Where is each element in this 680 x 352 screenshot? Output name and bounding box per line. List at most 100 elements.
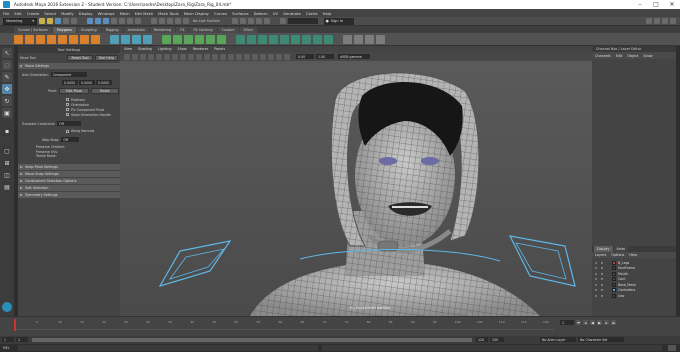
poly-torus-icon[interactable] bbox=[58, 34, 67, 44]
append-icon[interactable] bbox=[217, 34, 226, 44]
snap-plane-icon[interactable] bbox=[175, 18, 181, 24]
play-backward-icon[interactable]: ◀ bbox=[590, 320, 595, 325]
sign-in-dropdown[interactable]: ● Sign In bbox=[323, 17, 354, 25]
layer-playback-toggle[interactable]: P bbox=[600, 277, 604, 281]
section-soft-selection[interactable]: Soft Selection bbox=[18, 185, 120, 191]
maximize-icon[interactable]: □ bbox=[648, 0, 664, 9]
insert-loop-icon[interactable] bbox=[291, 34, 300, 44]
extrude-icon[interactable] bbox=[173, 34, 182, 44]
history-icon[interactable] bbox=[231, 18, 238, 24]
viewport-menu-item[interactable]: Panels bbox=[214, 47, 225, 51]
show-menu[interactable]: Show bbox=[643, 54, 652, 58]
show-orientation-handle-checkbox[interactable]: Show Orientation Handle bbox=[66, 112, 111, 117]
last-tool-icon[interactable]: ▪ bbox=[2, 126, 12, 136]
ambient-occlusion-icon[interactable] bbox=[252, 53, 258, 60]
redo-icon[interactable] bbox=[71, 18, 77, 24]
open-scene-icon[interactable] bbox=[47, 18, 53, 24]
viewport-menu-item[interactable]: Lighting bbox=[158, 47, 172, 51]
color-space-dropdown[interactable]: sRGB gamma bbox=[338, 54, 370, 59]
current-frame-field[interactable]: 1 bbox=[560, 320, 574, 325]
viewport-menu-item[interactable]: Renderer bbox=[193, 47, 208, 51]
select-hierarchy-icon[interactable] bbox=[87, 18, 93, 24]
menu-set-dropdown[interactable]: Modeling ▾ bbox=[3, 17, 37, 25]
layer-visibility-toggle[interactable]: V bbox=[594, 288, 598, 292]
menu-item[interactable]: Modify bbox=[61, 11, 74, 16]
minimize-icon[interactable]: – bbox=[632, 0, 648, 9]
camera-select-icon[interactable] bbox=[124, 53, 130, 60]
menu-item[interactable]: Display bbox=[79, 11, 93, 16]
safe-action-icon[interactable] bbox=[196, 53, 202, 60]
layer-visibility-toggle[interactable]: V bbox=[594, 266, 598, 270]
reset-pivot-button[interactable]: Reset bbox=[90, 88, 119, 94]
multi-cut-icon[interactable] bbox=[236, 34, 245, 44]
script-editor-icon[interactable] bbox=[668, 345, 676, 351]
section-symmetry[interactable]: Symmetry Settings bbox=[18, 192, 120, 198]
axis-value-z[interactable]: 0.0000 bbox=[96, 80, 112, 85]
playback-start-field[interactable]: 1 bbox=[16, 337, 28, 342]
xray-icon[interactable] bbox=[276, 53, 282, 60]
help-menu[interactable]: Help bbox=[629, 253, 637, 257]
render-settings-icon[interactable] bbox=[263, 18, 270, 24]
options-menu[interactable]: Options bbox=[611, 253, 624, 257]
menu-item[interactable]: Surfaces bbox=[232, 11, 248, 16]
right-side-tabs[interactable] bbox=[676, 46, 680, 316]
layer-color-swatch[interactable] bbox=[612, 282, 616, 287]
side-by-side-layout-icon[interactable]: ◫ bbox=[2, 170, 12, 180]
tool-help-button[interactable]: Tool Help bbox=[94, 54, 118, 61]
shadows-icon[interactable] bbox=[244, 53, 250, 60]
bevel-icon[interactable] bbox=[195, 34, 204, 44]
poly-disc-icon[interactable] bbox=[80, 34, 89, 44]
display-layer-tab[interactable]: Display bbox=[594, 246, 613, 252]
edit-menu[interactable]: Edit bbox=[616, 54, 623, 58]
bookmark-icon[interactable] bbox=[140, 53, 146, 60]
edit-pivot-button[interactable]: Edit Pivot bbox=[58, 88, 89, 94]
field-chart-icon[interactable] bbox=[188, 53, 194, 60]
layer-color-swatch[interactable] bbox=[612, 277, 616, 282]
poly-plane-icon[interactable] bbox=[69, 34, 78, 44]
poke-icon[interactable] bbox=[313, 34, 322, 44]
select-component-icon[interactable] bbox=[103, 18, 109, 24]
layer-color-swatch[interactable] bbox=[612, 260, 616, 265]
quick-input-field[interactable] bbox=[287, 18, 318, 24]
scale-tool-icon[interactable]: ▣ bbox=[2, 108, 12, 118]
grid-toggle-icon[interactable] bbox=[156, 53, 162, 60]
camera-attributes-icon[interactable] bbox=[132, 53, 138, 60]
move-tool-icon[interactable]: ✥ bbox=[2, 84, 12, 94]
resolution-gate-icon[interactable] bbox=[172, 53, 178, 60]
isolate-select-icon[interactable] bbox=[268, 53, 274, 60]
menu-item[interactable]: Help bbox=[323, 11, 332, 16]
layer-visibility-toggle[interactable]: V bbox=[594, 277, 598, 281]
menu-item[interactable]: Mesh Display bbox=[184, 11, 209, 16]
anti-aliasing-icon[interactable] bbox=[260, 53, 266, 60]
offset-loop-icon[interactable] bbox=[302, 34, 311, 44]
layer-playback-toggle[interactable]: P bbox=[600, 288, 604, 292]
poly-cylinder-icon[interactable] bbox=[36, 34, 45, 44]
input-line-icon[interactable] bbox=[279, 18, 286, 24]
layer-visibility-toggle[interactable]: V bbox=[594, 261, 598, 265]
menu-item[interactable]: Mesh bbox=[120, 11, 130, 16]
layer-playback-toggle[interactable]: P bbox=[600, 261, 604, 265]
viewport-menu-item[interactable]: Shading bbox=[138, 47, 152, 51]
auto-map-icon[interactable] bbox=[365, 34, 374, 44]
step-snap-dropdown[interactable]: Off bbox=[61, 137, 80, 142]
new-scene-icon[interactable] bbox=[39, 18, 45, 24]
menu-item[interactable]: Edit bbox=[14, 11, 21, 16]
edge-loop-icon[interactable] bbox=[280, 34, 289, 44]
smooth-icon[interactable] bbox=[132, 34, 141, 44]
gate-mask-icon[interactable] bbox=[180, 53, 186, 60]
menu-item[interactable]: Mesh Tools bbox=[158, 11, 179, 16]
3d-scene[interactable]: (0) PlaceHolder gamma bbox=[120, 61, 592, 316]
layer-color-swatch[interactable] bbox=[612, 271, 616, 276]
lasso-tool-icon[interactable]: ◌ bbox=[2, 60, 12, 70]
mirror-icon[interactable] bbox=[162, 34, 171, 44]
snap-grid-icon[interactable] bbox=[151, 18, 157, 24]
paint-select-icon[interactable]: ✎ bbox=[2, 72, 12, 82]
boolean-icon[interactable] bbox=[143, 34, 152, 44]
time-slider[interactable]: 5 10 15 20 25 30 35 40 45 50 55 60 65 70 75 80 85 90 95 100… bbox=[0, 316, 680, 336]
render-icon[interactable] bbox=[247, 18, 254, 24]
select-tool-icon[interactable]: ↖ bbox=[2, 48, 12, 58]
layer-color-swatch[interactable] bbox=[612, 288, 616, 293]
layer-playback-toggle[interactable]: P bbox=[600, 272, 604, 276]
layer-playback-toggle[interactable]: P bbox=[600, 266, 604, 270]
reset-tool-button[interactable]: Reset Tool bbox=[67, 54, 93, 61]
